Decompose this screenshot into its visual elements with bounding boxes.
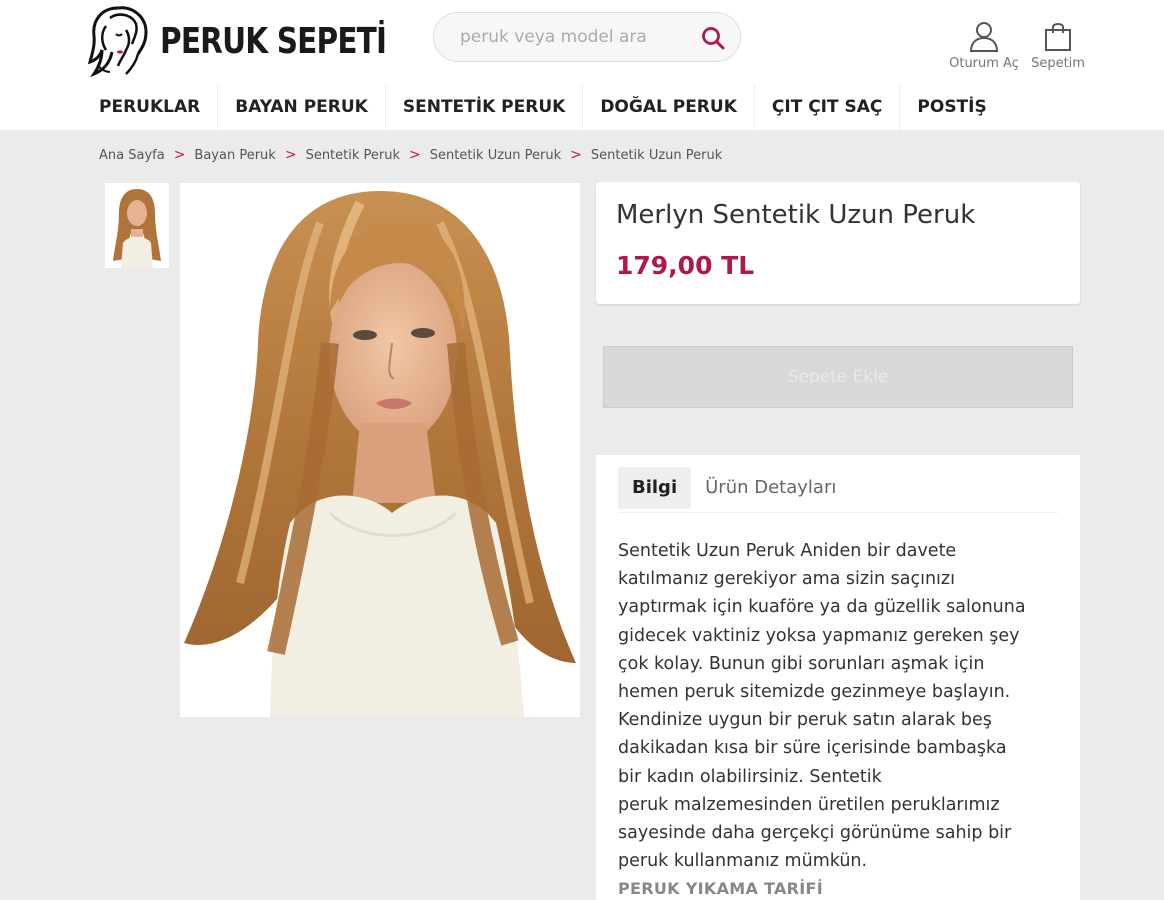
woman-silhouette-logo-icon bbox=[88, 6, 148, 78]
shopping-bag-icon bbox=[1045, 23, 1071, 51]
breadcrumb: Ana Sayfa > Bayan Peruk > Sentetik Peruk… bbox=[99, 147, 722, 163]
search-box bbox=[433, 12, 741, 62]
tab-bilgi[interactable]: Bilgi bbox=[618, 466, 692, 509]
description-line: sayesinde daha gerçekçi görünüme sahip b… bbox=[618, 823, 1012, 844]
nav-item-sentetik-peruk[interactable]: SENTETİK PERUK bbox=[386, 84, 584, 130]
cart-button[interactable]: Sepetim bbox=[1026, 20, 1090, 71]
product-tabs: Bilgi Ürün Detayları bbox=[618, 463, 1058, 513]
breadcrumb-item-ana-sayfa[interactable]: Ana Sayfa bbox=[99, 148, 165, 163]
product-main-image[interactable] bbox=[180, 183, 580, 717]
product-info-card: Merlyn Sentetik Uzun Peruk 179,00 TL bbox=[596, 182, 1080, 304]
search-input[interactable] bbox=[460, 27, 690, 47]
product-thumbnail-image bbox=[105, 183, 169, 268]
add-to-cart-button[interactable]: Sepete Ekle bbox=[603, 346, 1073, 408]
breadcrumb-item-current[interactable]: Sentetik Uzun Peruk bbox=[591, 148, 722, 163]
breadcrumb-separator: > bbox=[173, 147, 186, 163]
logo-text: PERUK SEPETİ bbox=[160, 20, 387, 62]
description-line: Kendinize uygun bir peruk satın alarak b… bbox=[618, 710, 992, 731]
product-details-panel: Bilgi Ürün Detayları Sentetik Uzun Peruk… bbox=[596, 455, 1080, 900]
description-line: çok kolay. Bunun gibi sorunları aşmak iç… bbox=[618, 653, 985, 674]
description-line: bir kadın olabilirsiniz. Sentetik bbox=[618, 766, 882, 787]
description-line: katılmanız gerekiyor ama sizin saçınızı bbox=[618, 569, 955, 590]
product-thumbnail[interactable] bbox=[105, 183, 169, 268]
breadcrumb-separator: > bbox=[409, 147, 421, 163]
breadcrumb-separator: > bbox=[284, 147, 297, 163]
breadcrumb-separator: > bbox=[570, 147, 582, 163]
nav-item-bayan-peruk[interactable]: BAYAN PERUK bbox=[218, 84, 386, 130]
description-line: peruk malzemesinden üretilen peruklarımı… bbox=[618, 794, 1000, 815]
description-line: dakikadan kısa bir süre içerisinde bamba… bbox=[618, 738, 1007, 759]
product-title: Merlyn Sentetik Uzun Peruk bbox=[616, 200, 976, 230]
description-line: gidecek vaktiniz yoksa yapmanız gereken … bbox=[618, 625, 1020, 646]
breadcrumb-item-bayan-peruk[interactable]: Bayan Peruk bbox=[194, 148, 275, 163]
description-line: yaptırmak için kuaföre ya da güzellik sa… bbox=[618, 597, 1026, 618]
nav-item-peruklar[interactable]: PERUKLAR bbox=[82, 84, 219, 130]
description-line: peruk kullanmanız mümkün. bbox=[618, 851, 868, 872]
nav-item-dogal-peruk[interactable]: DOĞAL PERUK bbox=[583, 84, 755, 130]
site-logo[interactable]: PERUK SEPETİ bbox=[88, 4, 436, 78]
login-label: Oturum Aç bbox=[949, 56, 1019, 71]
search-icon[interactable] bbox=[700, 25, 726, 51]
washing-recipe-heading: PERUK YIKAMA TARİFİ bbox=[618, 879, 824, 898]
main-navigation: PERUKLAR BAYAN PERUK SENTETİK PERUK DOĞA… bbox=[82, 84, 1004, 130]
product-photo bbox=[180, 183, 580, 717]
user-icon bbox=[969, 22, 999, 52]
login-button[interactable]: Oturum Aç bbox=[944, 20, 1024, 71]
description-line: Sentetik Uzun Peruk Aniden bir davete bbox=[618, 541, 957, 561]
nav-item-postis[interactable]: POSTİŞ bbox=[900, 84, 1003, 130]
site-header: PERUK SEPETİ Oturum Aç Sepetim PERUKLAR … bbox=[0, 0, 1164, 130]
breadcrumb-item-sentetik-peruk[interactable]: Sentetik Peruk bbox=[306, 148, 400, 163]
tab-urun-detaylari[interactable]: Ürün Detayları bbox=[691, 467, 850, 509]
breadcrumb-item-sentetik-uzun-peruk[interactable]: Sentetik Uzun Peruk bbox=[430, 148, 561, 163]
product-description: Sentetik Uzun Peruk Aniden bir davete ka… bbox=[618, 537, 1068, 875]
cart-label: Sepetim bbox=[1031, 56, 1085, 71]
product-price: 179,00 TL bbox=[616, 251, 755, 280]
description-line: hemen peruk sitemizde gezinmeye başlayın… bbox=[618, 682, 1011, 703]
nav-item-cit-cit-sac[interactable]: ÇIT ÇIT SAÇ bbox=[755, 84, 901, 130]
